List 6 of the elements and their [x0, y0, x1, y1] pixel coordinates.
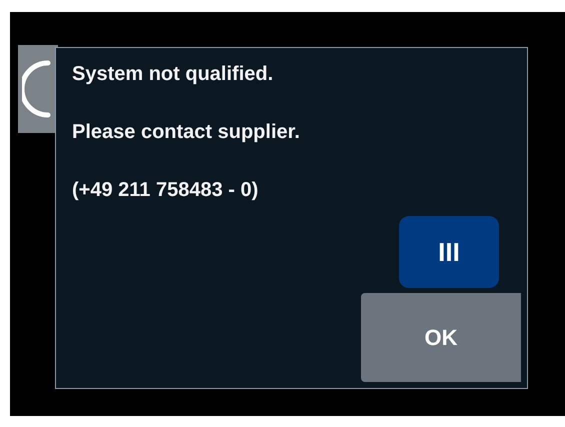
- message-text: System not qualified.: [72, 62, 274, 86]
- menu-button[interactable]: III: [399, 216, 499, 288]
- message-text: Please contact supplier.: [72, 120, 301, 144]
- spinner-icon: [22, 59, 52, 119]
- ok-button[interactable]: OK: [361, 293, 521, 382]
- message-text: (+49 211 758483 - 0): [72, 178, 260, 202]
